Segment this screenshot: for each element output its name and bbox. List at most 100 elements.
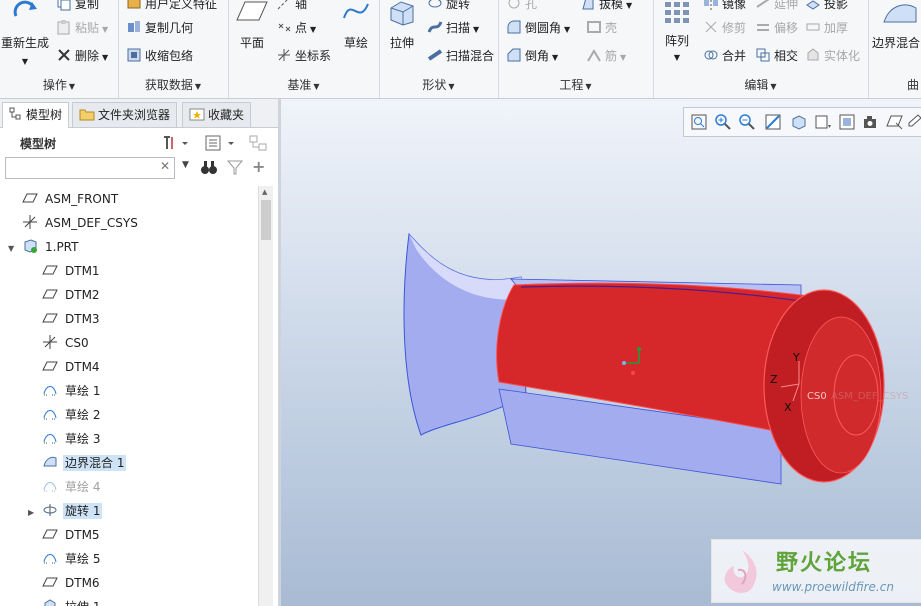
draft-button[interactable]: 拔模 ▼ [580, 0, 632, 14]
thicken-button[interactable]: 加厚 [805, 18, 848, 38]
axis-label: 轴 [295, 0, 308, 11]
offset-button[interactable]: 偏移 [755, 18, 798, 38]
sketch-icon [42, 406, 58, 422]
copy-geometry-button[interactable]: 复制几何 [126, 18, 193, 38]
tab-favorites-label: 收藏夹 [208, 108, 245, 122]
udf-button[interactable]: 用户定义特征 [126, 0, 217, 14]
csys-label: CS0 [807, 391, 827, 402]
boundary-blend-icon [42, 454, 58, 470]
regenerate-dropdown-icon[interactable]: ▼ [0, 57, 50, 66]
chamfer-button[interactable]: 倒角 ▼ [506, 46, 558, 66]
axis-button[interactable]: 轴 [276, 0, 307, 14]
tree-search-input[interactable] [5, 157, 175, 179]
intersect-button[interactable]: 相交 [755, 46, 798, 66]
mirror-button[interactable]: 镜像 [703, 0, 746, 14]
rib-label: 筋 [605, 49, 618, 63]
rib-button[interactable]: 筋 ▼ [586, 46, 626, 66]
tree-settings-button[interactable] [160, 134, 190, 152]
tree-node[interactable]: ASM_FRONT [22, 188, 120, 210]
tab-model-tree[interactable]: 模型树 [2, 102, 70, 128]
regenerate-button[interactable]: 重新生成 ▼ [0, 0, 50, 66]
extrude-label: 拉伸 [389, 36, 414, 50]
csys-icon [276, 47, 292, 63]
trim-button[interactable]: 修剪 [703, 18, 746, 38]
tools-icon [164, 136, 188, 149]
shrinkwrap-icon [126, 47, 142, 63]
tab-folder-browser[interactable]: 文件夹浏览器 [72, 102, 178, 127]
datum-plane-icon [22, 190, 38, 206]
tree-node[interactable]: ASM_DEF_CSYS [22, 212, 140, 234]
tree-node[interactable]: CS0 [42, 332, 91, 354]
paste-icon [56, 19, 72, 35]
revolve-button[interactable]: 旋转 [427, 0, 470, 14]
tree-node[interactable]: 草绘 5 [42, 548, 102, 570]
merge-label: 合并 [722, 49, 747, 63]
tree-node[interactable]: DTM5 [42, 524, 102, 546]
tree-node[interactable]: 草绘 4 [42, 476, 102, 498]
hole-button[interactable]: 孔 [506, 0, 537, 14]
scroll-up-icon[interactable]: ▲ [262, 188, 267, 196]
csys-button[interactable]: 坐标系 [276, 46, 331, 66]
axis-z-label: Z [770, 373, 778, 386]
tree-scrollbar[interactable]: ▲ [258, 186, 273, 606]
tree-node[interactable]: DTM3 [42, 308, 102, 330]
tree-node[interactable]: DTM1 [42, 260, 102, 282]
pattern-dropdown-icon[interactable]: ▼ [657, 53, 697, 62]
tree-columns-button[interactable] [248, 134, 270, 152]
editing-group-label[interactable]: 编辑 ▼ [653, 76, 868, 94]
ribbon-group-datum: 平面 轴 点 ▼ 坐标系 草绘 基准 ▼ [228, 0, 380, 98]
tree-node[interactable]: 草绘 2 [42, 404, 102, 426]
shapes-group-label[interactable]: 形状 ▼ [379, 76, 498, 94]
datum-group-label[interactable]: 基准 ▼ [228, 76, 379, 94]
expand-icon[interactable]: ▶ [28, 502, 42, 524]
shrinkwrap-button[interactable]: 收缩包络 [126, 46, 193, 66]
tree-view-button[interactable] [204, 134, 238, 152]
tree-node[interactable]: ▶ 旋转 1 [28, 500, 103, 524]
tree-node[interactable]: 边界混合 1 [42, 452, 127, 474]
engineering-group-label[interactable]: 工程 ▼ [498, 76, 653, 94]
boundary-blend-button[interactable]: 边界混合 [872, 0, 921, 60]
filter-icon [226, 160, 244, 175]
project-button[interactable]: 投影 [805, 0, 848, 14]
tree-node-label: DTM1 [65, 264, 100, 278]
model-view[interactable]: Y Z X CS0 ASM_DEF_CSYS [281, 99, 921, 606]
shell-button[interactable]: 壳 [586, 18, 617, 38]
tree-node[interactable]: DTM4 [42, 356, 102, 378]
tree-node[interactable]: DTM2 [42, 284, 102, 306]
tree-node[interactable]: 草绘 1 [42, 380, 102, 402]
solidify-button[interactable]: 实体化 [805, 46, 860, 66]
search-history-dropdown-icon[interactable]: ▼ [182, 160, 189, 170]
delete-button[interactable]: 删除 ▼ [56, 46, 108, 66]
point-button[interactable]: 点 ▼ [276, 18, 316, 38]
sweep-button[interactable]: 扫描 ▼ [427, 18, 479, 38]
sketch-button[interactable]: 草绘 [336, 0, 376, 60]
paste-button[interactable]: 粘贴 ▼ [56, 18, 108, 38]
extrude-button[interactable]: 拉伸 [381, 0, 423, 60]
list-view-icon [205, 135, 234, 151]
add-column-icon[interactable]: + [252, 157, 265, 176]
collapse-icon[interactable]: ▼ [8, 238, 22, 260]
ribbon-group-surfaces: 边界混合 曲 [868, 0, 921, 98]
find-button[interactable] [200, 158, 218, 176]
tree-node[interactable]: 拉伸 1 [42, 596, 102, 606]
extend-button[interactable]: 延伸 [755, 0, 798, 14]
tree-scrollbar-thumb[interactable] [261, 200, 271, 240]
sketch-icon [42, 550, 58, 566]
copy-button[interactable]: 复制 [56, 0, 99, 14]
tree-node[interactable]: ▼ 1.PRT [8, 236, 80, 258]
graphics-window[interactable]: Y Z X CS0 ASM_DEF_CSYS 野火论坛 www.proewild… [281, 99, 921, 606]
pattern-button[interactable]: 阵列 ▼ [657, 0, 697, 62]
plane-label: 平面 [239, 36, 264, 50]
tab-favorites[interactable]: 收藏夹 [182, 102, 252, 127]
merge-button[interactable]: 合并 [703, 46, 746, 66]
plane-button[interactable]: 平面 [232, 0, 272, 60]
surfaces-group-label[interactable]: 曲 [868, 76, 921, 94]
tree-node[interactable]: 草绘 3 [42, 428, 102, 450]
operations-group-label[interactable]: 操作 ▼ [0, 76, 118, 94]
get-data-group-label[interactable]: 获取数据 ▼ [118, 76, 228, 94]
clear-search-icon[interactable]: ✕ [160, 159, 170, 173]
tree-node[interactable]: DTM6 [42, 572, 102, 594]
filter-button[interactable] [226, 158, 244, 176]
swept-blend-button[interactable]: 扫描混合 [427, 46, 494, 66]
round-button[interactable]: 倒圆角 ▼ [506, 18, 570, 38]
